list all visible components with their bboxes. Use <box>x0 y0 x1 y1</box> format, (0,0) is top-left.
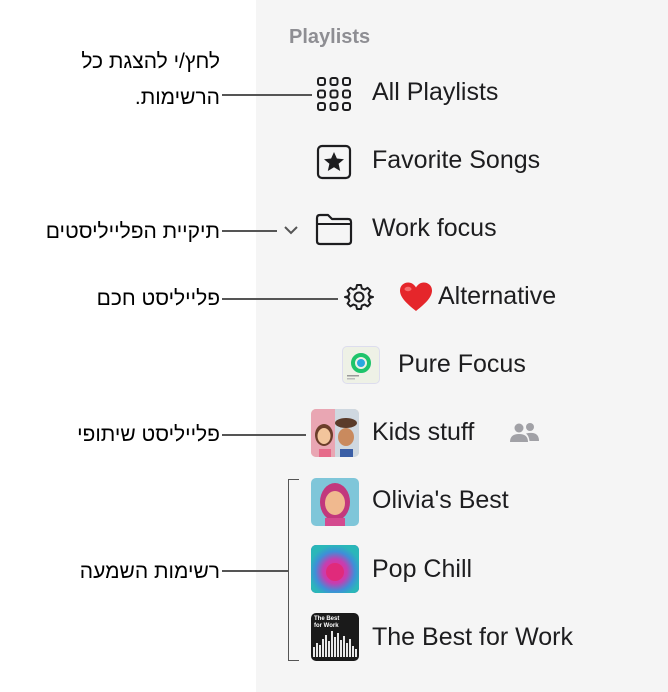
sidebar-item-label: All Playlists <box>372 78 499 106</box>
sidebar-item-label: Work focus <box>372 214 497 242</box>
sidebar-item-label: Olivia's Best <box>372 486 509 514</box>
kids-stuff-artwork <box>311 409 359 457</box>
callout-shared: פלייליסט שיתופי <box>77 423 220 446</box>
sidebar-item-label: Favorite Songs <box>372 146 541 174</box>
callout-folder: תיקיית הפלייליסטים <box>45 220 220 243</box>
callout-smart: פלייליסט חכם <box>96 287 220 310</box>
gear-icon <box>344 284 374 310</box>
grid-icon <box>317 77 351 111</box>
callout-bracket <box>288 479 299 661</box>
sidebar-item-label: Pure Focus <box>398 350 526 378</box>
olivia-artwork <box>311 478 359 526</box>
sidebar-item-label: Kids stuff <box>372 418 475 446</box>
callout-line-shared <box>222 434 306 436</box>
callout-line-playlists <box>222 570 288 572</box>
star-icon <box>316 144 352 180</box>
artwork-caption: The Best for Work <box>314 616 340 629</box>
sidebar-item-label: Pop Chill <box>372 555 473 583</box>
callout-all-playlists-line2: הרשימות. <box>134 86 220 109</box>
callout-line-folder <box>222 230 277 232</box>
sidebar-item-label: The Best for Work <box>372 623 573 651</box>
sidebar-item-label: Alternative <box>438 282 557 310</box>
heart-emoji-icon <box>400 282 432 311</box>
sidebar-section-title: Playlists <box>289 26 371 48</box>
pop-chill-artwork <box>311 545 359 593</box>
best-for-work-artwork: The Best for Work <box>311 613 359 661</box>
pure-focus-artwork <box>342 346 380 384</box>
callout-line-smart <box>222 298 338 300</box>
shared-people-icon <box>510 423 539 442</box>
folder-icon <box>315 213 353 246</box>
callout-line-all-playlists <box>222 94 312 96</box>
callout-playlists: רשימות השמעה <box>79 560 220 583</box>
chevron-down-icon[interactable] <box>283 224 299 236</box>
callout-all-playlists-line1: לחץ/י להצגת כל <box>81 50 220 73</box>
